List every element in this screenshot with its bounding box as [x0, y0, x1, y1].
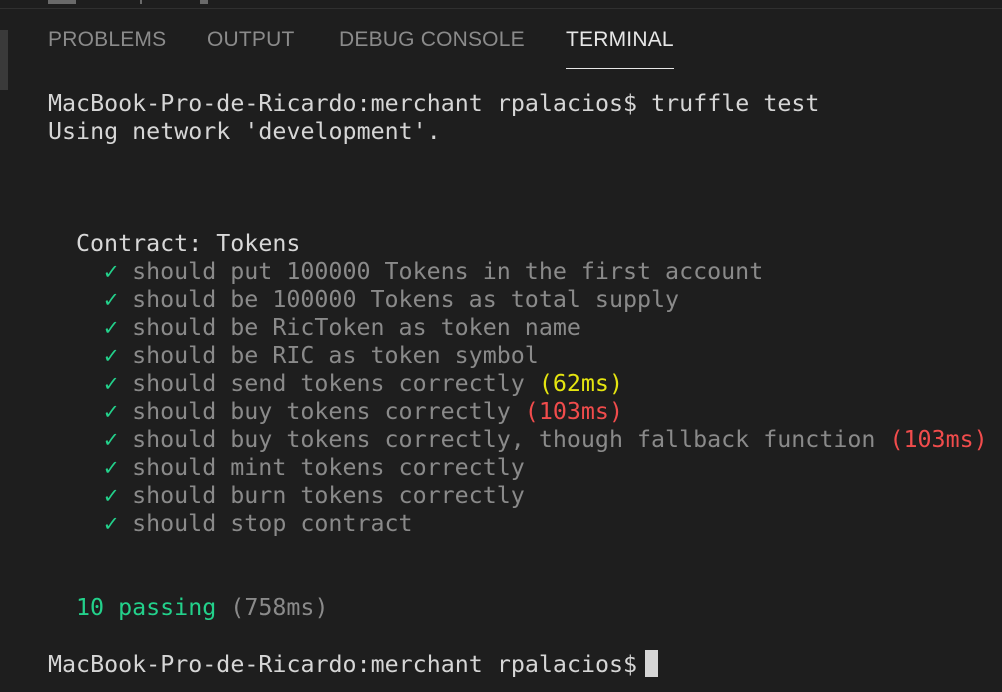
test-name: should be 100000 Tokens as total supply — [132, 286, 680, 313]
terminal-output[interactable]: MacBook-Pro-de-Ricardo:merchant rpalacio… — [0, 0, 1002, 692]
test-result-line: ✓ should put 100000 Tokens in the first … — [104, 258, 763, 286]
test-name: should burn tokens correctly — [132, 482, 525, 509]
test-duration: (103ms) — [889, 426, 988, 453]
check-icon: ✓ — [104, 370, 119, 397]
passing-count: 10 passing — [76, 594, 217, 621]
test-duration: (62ms) — [538, 370, 623, 397]
test-name: should buy tokens correctly — [132, 398, 511, 425]
check-icon: ✓ — [104, 426, 119, 453]
check-icon: ✓ — [104, 286, 119, 313]
total-duration: (758ms) — [230, 594, 329, 621]
test-result-line: ✓ should mint tokens correctly — [104, 454, 525, 482]
test-result-line: ✓ should be RIC as token symbol — [104, 342, 539, 370]
test-name: should send tokens correctly — [132, 370, 525, 397]
test-name: should be RIC as token symbol — [132, 342, 539, 369]
terminal-cursor — [645, 650, 659, 677]
test-name: should mint tokens correctly — [132, 454, 525, 481]
test-result-line: ✓ should be 100000 Tokens as total suppl… — [104, 286, 679, 314]
test-result-line: ✓ should burn tokens correctly — [104, 482, 525, 510]
final-prompt-line: MacBook-Pro-de-Ricardo:merchant rpalacio… — [48, 650, 659, 678]
suite-title: Contract: Tokens — [76, 230, 301, 257]
test-name: should be RicToken as token name — [132, 314, 581, 341]
command: truffle test — [651, 90, 820, 117]
test-name: should stop contract — [132, 510, 413, 537]
summary-line: 10 passing (758ms) — [76, 594, 328, 622]
check-icon: ✓ — [104, 454, 119, 481]
prompt: MacBook-Pro-de-Ricardo:merchant rpalacio… — [48, 651, 638, 678]
check-icon: ✓ — [104, 482, 119, 509]
test-name: should buy tokens correctly, though fall… — [132, 426, 876, 453]
check-icon: ✓ — [104, 258, 119, 285]
test-result-line: ✓ should buy tokens correctly (103ms) — [104, 398, 623, 426]
check-icon: ✓ — [104, 398, 119, 425]
test-result-line: ✓ should stop contract — [104, 510, 413, 538]
check-icon: ✓ — [104, 342, 119, 369]
test-result-line: ✓ should send tokens correctly (62ms) — [104, 370, 623, 398]
check-icon: ✓ — [104, 314, 119, 341]
check-icon: ✓ — [104, 510, 119, 537]
test-name: should put 100000 Tokens in the first ac… — [132, 258, 764, 285]
test-result-line: ✓ should buy tokens correctly, though fa… — [104, 426, 988, 454]
network-line: Using network 'development'. — [48, 118, 441, 145]
command-line: MacBook-Pro-de-Ricardo:merchant rpalacio… — [48, 90, 819, 118]
test-duration: (103ms) — [524, 398, 623, 425]
prompt: MacBook-Pro-de-Ricardo:merchant rpalacio… — [48, 90, 638, 117]
test-result-line: ✓ should be RicToken as token name — [104, 314, 581, 342]
